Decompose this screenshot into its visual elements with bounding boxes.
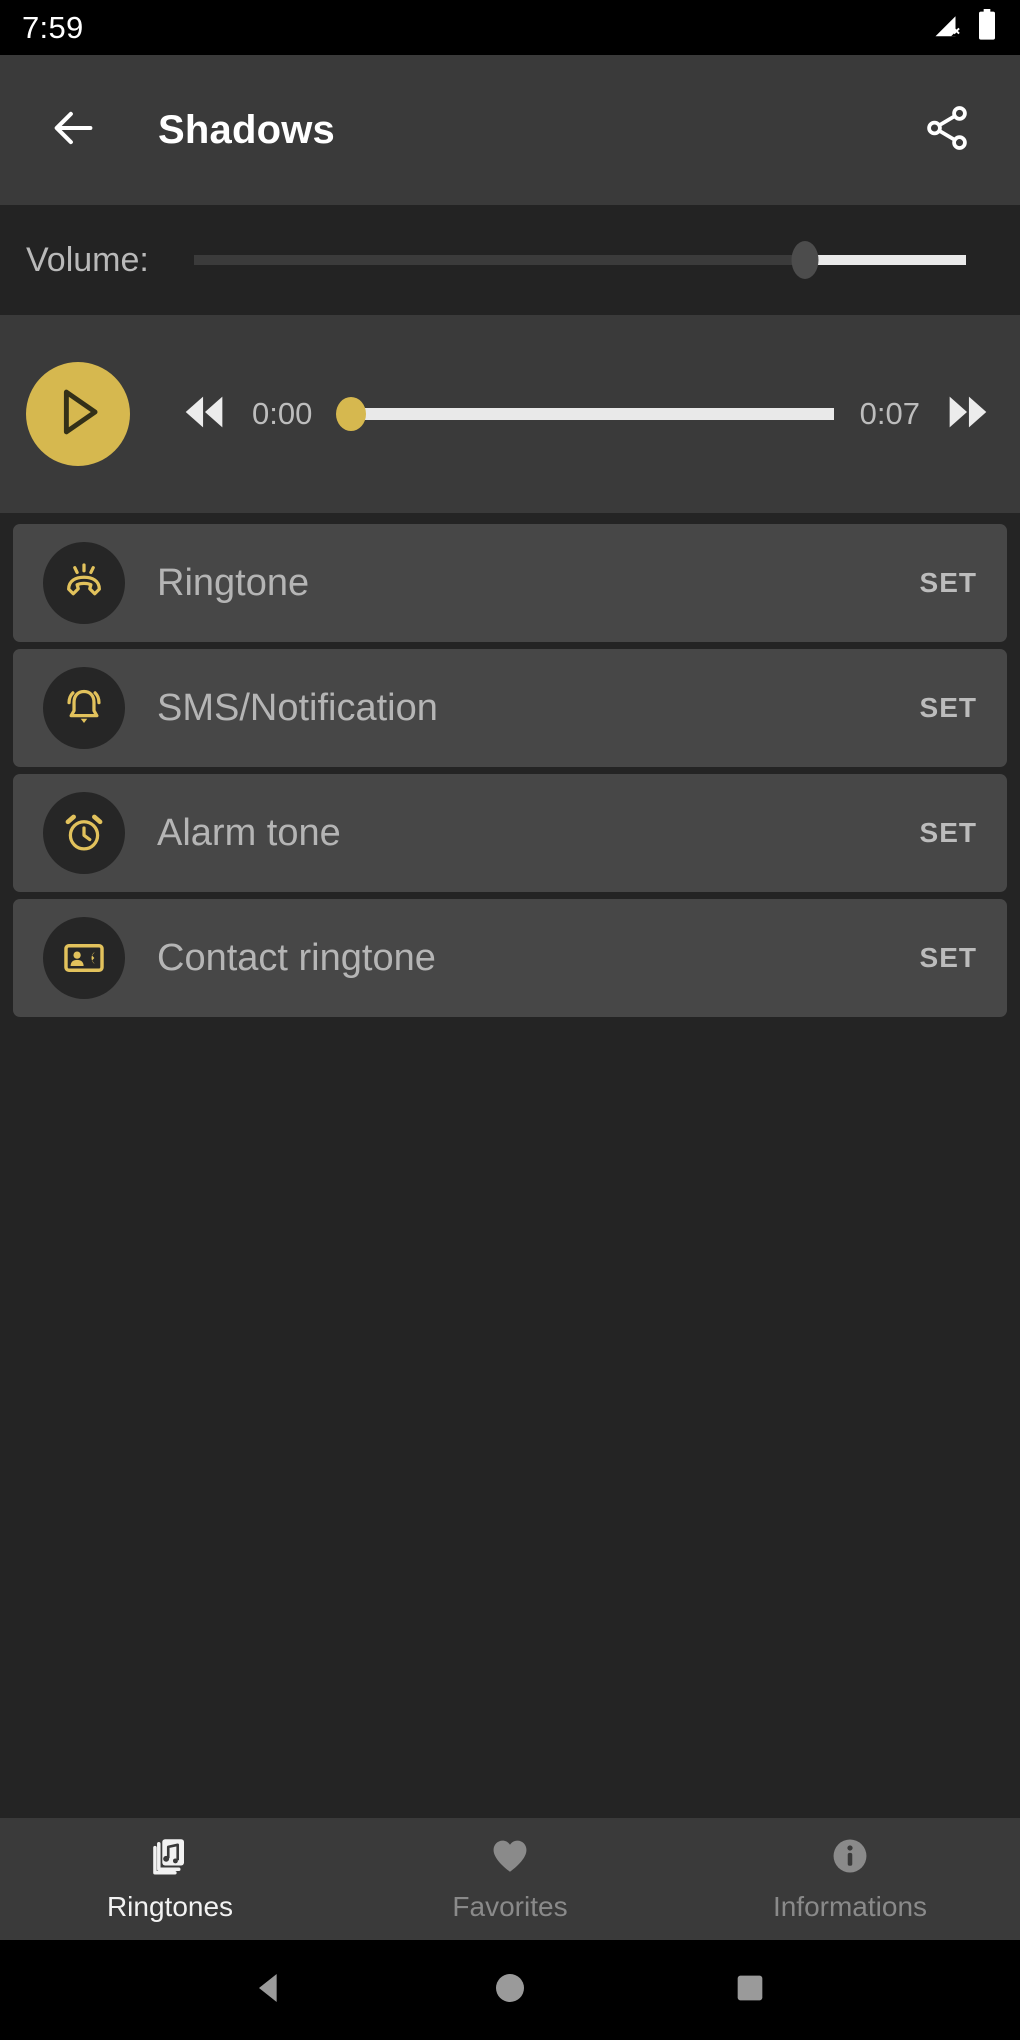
nav-recents-square-icon[interactable] bbox=[730, 1968, 770, 2013]
status-bar-icons bbox=[933, 9, 998, 46]
nav-tab-label: Informations bbox=[772, 1891, 928, 1922]
list-item-label: Alarm tone bbox=[157, 811, 341, 854]
share-button[interactable] bbox=[918, 101, 976, 159]
list-item[interactable]: Ringtone SET bbox=[13, 524, 1007, 642]
app-bar: Shadows bbox=[0, 55, 1020, 205]
nav-tab-label: Ringtones bbox=[106, 1891, 234, 1922]
seek-bar[interactable] bbox=[336, 394, 834, 434]
total-time-label: 0:07 bbox=[859, 396, 920, 431]
app-screen: 7:59 Shadows Volume: 0:00 0:07 Ringtone … bbox=[0, 0, 1020, 2040]
current-time-label: 0:00 bbox=[252, 396, 313, 431]
heart-icon bbox=[489, 1835, 531, 1882]
nav-tab-favorites[interactable]: Favorites bbox=[340, 1835, 680, 1923]
seek-track bbox=[338, 408, 834, 420]
set-button[interactable]: SET bbox=[920, 942, 977, 974]
bottom-navigation: Ringtones Favorites Informations bbox=[0, 1818, 1020, 1940]
rewind-icon bbox=[178, 390, 232, 439]
list-item-label: SMS/Notification bbox=[157, 686, 438, 729]
phone-ringing-icon bbox=[43, 542, 125, 624]
signal-no-service-icon bbox=[933, 10, 963, 45]
page-title: Shadows bbox=[158, 107, 335, 152]
contact-card-phone-icon bbox=[43, 917, 125, 999]
status-bar-clock: 7:59 bbox=[22, 9, 84, 45]
ringtone-actions-list: Ringtone SET SMS/Notification SET Alarm … bbox=[0, 513, 1020, 1017]
volume-slider[interactable] bbox=[194, 238, 966, 282]
rewind-button[interactable] bbox=[178, 390, 232, 439]
alarm-clock-icon bbox=[43, 792, 125, 874]
status-bar: 7:59 bbox=[0, 0, 1020, 55]
fast-forward-icon bbox=[940, 390, 994, 439]
list-item-label: Ringtone bbox=[157, 561, 310, 604]
nav-tab-label: Favorites bbox=[452, 1891, 568, 1922]
set-button[interactable]: SET bbox=[920, 692, 977, 724]
player-controls: 0:00 0:07 bbox=[0, 315, 1020, 513]
back-button[interactable] bbox=[44, 101, 102, 159]
play-button[interactable] bbox=[26, 362, 130, 466]
nav-home-circle-icon[interactable] bbox=[490, 1968, 530, 2013]
seek-bar-thumb[interactable] bbox=[336, 397, 367, 431]
volume-slider-thumb[interactable] bbox=[791, 241, 819, 279]
volume-label: Volume: bbox=[26, 240, 149, 279]
list-item[interactable]: Contact ringtone SET bbox=[13, 899, 1007, 1017]
nav-tab-informations[interactable]: Informations bbox=[680, 1835, 1020, 1923]
list-item-label: Contact ringtone bbox=[157, 936, 436, 979]
bell-ringing-icon bbox=[43, 667, 125, 749]
share-icon bbox=[922, 103, 972, 158]
arrow-left-icon bbox=[47, 102, 99, 159]
nav-back-triangle-icon[interactable] bbox=[250, 1968, 290, 2013]
set-button[interactable]: SET bbox=[920, 817, 977, 849]
play-icon bbox=[47, 381, 109, 448]
set-button[interactable]: SET bbox=[920, 567, 977, 599]
battery-full-icon bbox=[976, 9, 998, 46]
system-navigation-bar bbox=[0, 1940, 1020, 2040]
volume-row: Volume: bbox=[0, 205, 1020, 315]
list-item[interactable]: Alarm tone SET bbox=[13, 774, 1007, 892]
volume-track-left bbox=[194, 255, 816, 265]
music-cards-icon bbox=[149, 1835, 191, 1882]
nav-tab-ringtones[interactable]: Ringtones bbox=[0, 1835, 340, 1923]
list-item[interactable]: SMS/Notification SET bbox=[13, 649, 1007, 767]
volume-track-right bbox=[815, 255, 966, 265]
forward-button[interactable] bbox=[940, 390, 994, 439]
info-circle-icon bbox=[829, 1835, 871, 1882]
